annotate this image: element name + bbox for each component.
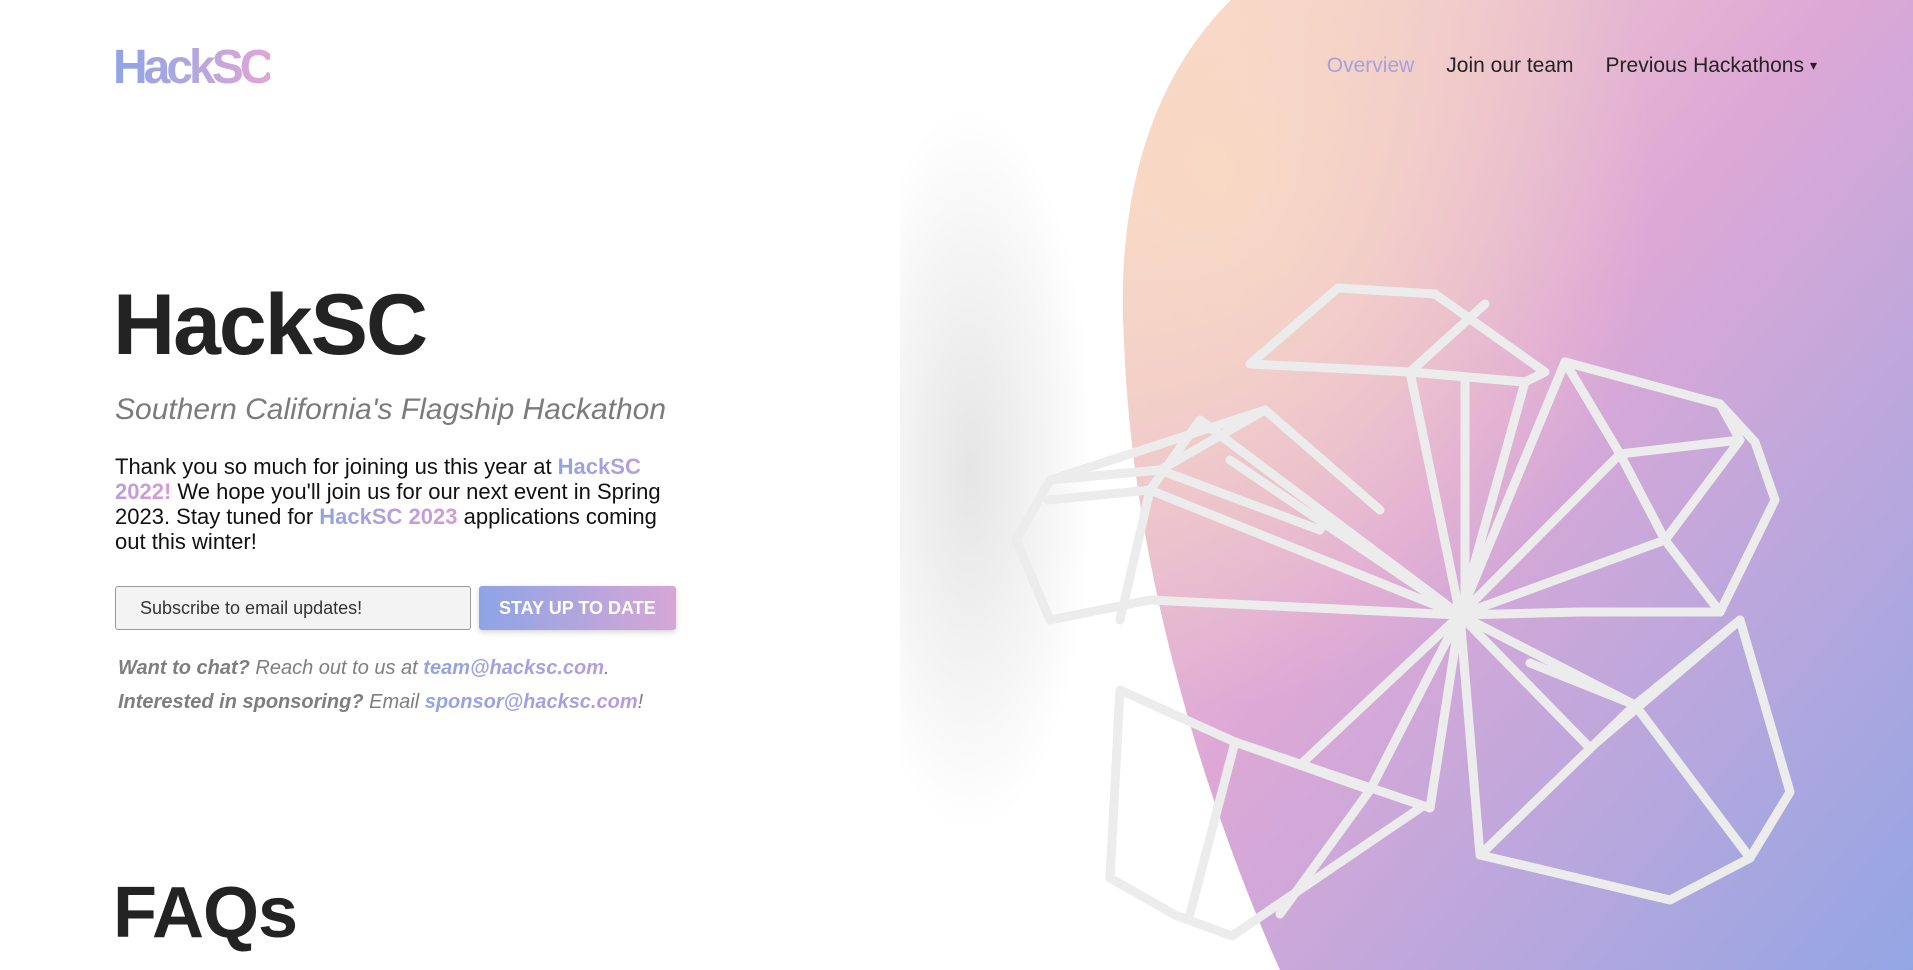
caret-down-icon: ▾ [1809, 57, 1817, 73]
chat-text: Reach out to us at [249, 657, 424, 679]
subscribe-form: STAY UP TO DATE [115, 586, 676, 630]
sponsor-end: ! [637, 691, 644, 713]
flower-illustration [1011, 283, 1795, 941]
chat-question: Want to chat? [118, 657, 250, 679]
contact-chat: Want to chat? Reach out to us at team@ha… [118, 657, 610, 680]
nav-previous-label: Previous Hackathons [1605, 54, 1804, 77]
email-subscribe-input[interactable] [115, 586, 471, 630]
nav-overview-link[interactable]: Overview [1327, 54, 1415, 78]
hacksc-logo[interactable]: HackSC [113, 40, 274, 96]
top-nav: Overview Join our team Previous Hackatho… [1327, 54, 1817, 78]
hero-intro: Thank you so much for joining us this ye… [115, 454, 680, 554]
nav-join-team-link[interactable]: Join our team [1446, 54, 1573, 78]
sponsor-email-link[interactable]: sponsor@hacksc.com [425, 691, 638, 713]
sponsor-text: Email [363, 691, 425, 713]
intro-text-1: Thank you so much for joining us this ye… [115, 454, 558, 479]
hero-title: HackSC [113, 277, 428, 373]
nav-previous-hackathons-dropdown[interactable]: Previous Hackathons ▾ [1606, 54, 1817, 78]
contact-sponsor: Interested in sponsoring? Email sponsor@… [118, 691, 643, 714]
faqs-heading: FAQs [113, 873, 298, 953]
team-email-link[interactable]: team@hacksc.com [423, 657, 604, 679]
hero-art [900, 0, 1913, 970]
sponsor-question: Interested in sponsoring? [118, 691, 364, 713]
chat-end: . [604, 657, 610, 679]
hero-subtitle: Southern California's Flagship Hackathon [115, 393, 667, 426]
stay-up-to-date-button[interactable]: STAY UP TO DATE [479, 586, 676, 630]
hacksc-2023-highlight: HackSC 2023 [319, 504, 458, 529]
